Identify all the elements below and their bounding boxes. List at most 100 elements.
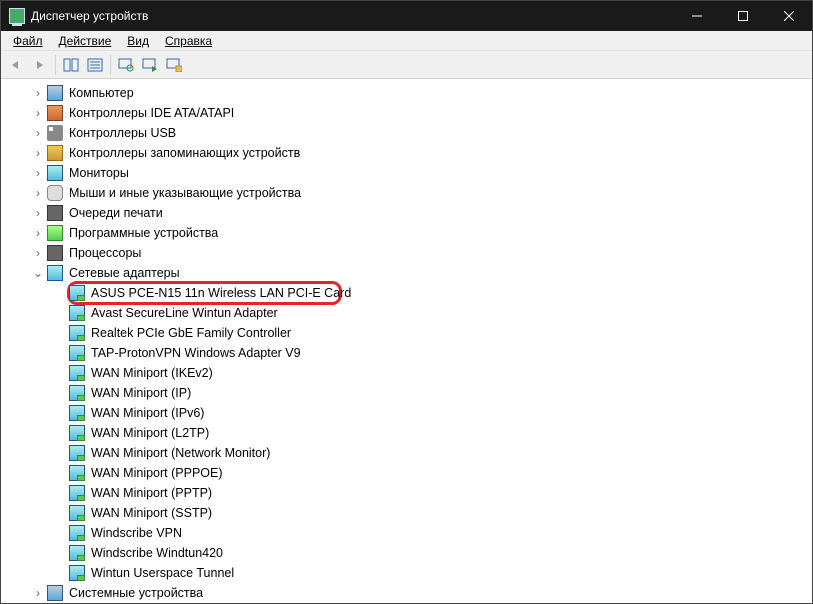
device-item[interactable]: Avast SecureLine Wintun Adapter [7,303,812,323]
category-item[interactable]: › Контроллеры запоминающих устройств [7,143,812,163]
show-hidden-button[interactable] [60,54,82,76]
app-icon [9,8,25,24]
network-device-icon [69,465,85,481]
panel-icon [63,58,79,72]
category-item[interactable]: ›Контроллеры IDE ATA/ATAPI [7,103,812,123]
menu-file[interactable]: Файл [5,32,51,50]
caret-right-icon[interactable]: › [31,586,45,600]
caret-right-icon[interactable]: › [31,166,45,180]
scan-button[interactable] [115,54,137,76]
device-label: WAN Miniport (L2TP) [89,423,211,443]
maximize-icon [738,11,748,21]
add-hardware-button[interactable] [163,54,185,76]
device-label: Avast SecureLine Wintun Adapter [89,303,280,323]
caret-right-icon[interactable]: › [31,146,45,160]
network-device-icon [69,545,85,561]
network-device-icon [69,285,85,301]
device-item[interactable]: WAN Miniport (IPv6) [7,403,812,423]
menu-help[interactable]: Справка [157,32,220,50]
category-label: Контроллеры запоминающих устройств [67,143,302,163]
device-label: Windscribe VPN [89,523,184,543]
category-icon [47,225,63,241]
menu-action[interactable]: Действие [51,32,120,50]
forward-button[interactable] [29,54,51,76]
category-label: Очереди печати [67,203,165,223]
close-icon [784,11,794,21]
category-label: Мыши и иные указывающие устройства [67,183,303,203]
device-item[interactable]: WAN Miniport (PPTP) [7,483,812,503]
device-item[interactable]: WAN Miniport (SSTP) [7,503,812,523]
caret-right-icon[interactable]: › [31,86,45,100]
separator [55,55,56,75]
category-label: Сетевые адаптеры [67,263,182,283]
menu-view[interactable]: Вид [119,32,157,50]
network-category-icon [47,265,63,281]
enable-button[interactable] [139,54,161,76]
category-item[interactable]: ›Мониторы [7,163,812,183]
category-item[interactable]: › Системные устройства [7,583,812,603]
device-label: WAN Miniport (PPPOE) [89,463,225,483]
network-device-icon [69,405,85,421]
category-icon [47,585,63,601]
device-item[interactable]: WAN Miniport (IP) [7,383,812,403]
device-item[interactable]: ASUS PCE-N15 11n Wireless LAN PCI-E Card [7,283,812,303]
category-item[interactable]: › Контроллеры USB [7,123,812,143]
device-item[interactable]: Wintun Userspace Tunnel [7,563,812,583]
network-device-icon [69,325,85,341]
highlight-annotation: ASUS PCE-N15 11n Wireless LAN PCI-E Card [7,283,812,303]
device-item[interactable]: Windscribe VPN [7,523,812,543]
device-label: Realtek PCIe GbE Family Controller [89,323,293,343]
caret-right-icon[interactable]: › [31,246,45,260]
toolbar [1,51,812,79]
category-network-adapters[interactable]: ⌄ Сетевые адаптеры [7,263,812,283]
caret-right-icon[interactable]: › [31,226,45,240]
category-label: Компьютер [67,83,136,103]
caret-right-icon[interactable]: › [31,186,45,200]
network-device-icon [69,365,85,381]
caret-down-icon[interactable]: ⌄ [31,266,45,280]
monitor-plus-icon [166,58,182,72]
properties-button[interactable] [84,54,106,76]
category-label: Процессоры [67,243,143,263]
network-device-icon [69,485,85,501]
maximize-button[interactable] [720,1,766,31]
list-icon [87,58,103,72]
device-item[interactable]: WAN Miniport (Network Monitor) [7,443,812,463]
network-device-icon [69,565,85,581]
network-device-icon [69,345,85,361]
monitor-play-icon [142,58,158,72]
device-tree[interactable]: ›Компьютер›Контроллеры IDE ATA/ATAPI›Кон… [1,79,812,603]
device-label: ASUS PCE-N15 11n Wireless LAN PCI-E Card [89,283,353,303]
device-label: WAN Miniport (Network Monitor) [89,443,272,463]
category-item[interactable]: › Мыши и иные указывающие устройства [7,183,812,203]
caret-right-icon[interactable]: › [31,106,45,120]
caret-right-icon[interactable]: › [31,126,45,140]
category-icon [47,165,63,181]
category-label: Системные устройства [67,583,205,603]
minimize-button[interactable] [674,1,720,31]
category-item[interactable]: ›Программные устройства [7,223,812,243]
category-item[interactable]: › Компьютер [7,83,812,103]
device-item[interactable]: Windscribe Windtun420 [7,543,812,563]
category-icon [47,185,63,201]
category-icon [47,145,63,161]
category-label: Контроллеры USB [67,123,178,143]
device-label: WAN Miniport (IPv6) [89,403,206,423]
category-icon [47,125,63,141]
device-item[interactable]: WAN Miniport (IKEv2) [7,363,812,383]
close-button[interactable] [766,1,812,31]
titlebar: Диспетчер устройств [1,1,812,31]
device-item[interactable]: WAN Miniport (PPPOE) [7,463,812,483]
caret-right-icon[interactable]: › [31,206,45,220]
network-device-icon [69,445,85,461]
separator [110,55,111,75]
category-item[interactable]: › Процессоры [7,243,812,263]
network-device-icon [69,425,85,441]
device-item[interactable]: WAN Miniport (L2TP) [7,423,812,443]
device-item[interactable]: Realtek PCIe GbE Family Controller [7,323,812,343]
back-button[interactable] [5,54,27,76]
category-item[interactable]: › Очереди печати [7,203,812,223]
device-label: WAN Miniport (IKEv2) [89,363,215,383]
device-label: TAP-ProtonVPN Windows Adapter V9 [89,343,303,363]
device-item[interactable]: TAP-ProtonVPN Windows Adapter V9 [7,343,812,363]
